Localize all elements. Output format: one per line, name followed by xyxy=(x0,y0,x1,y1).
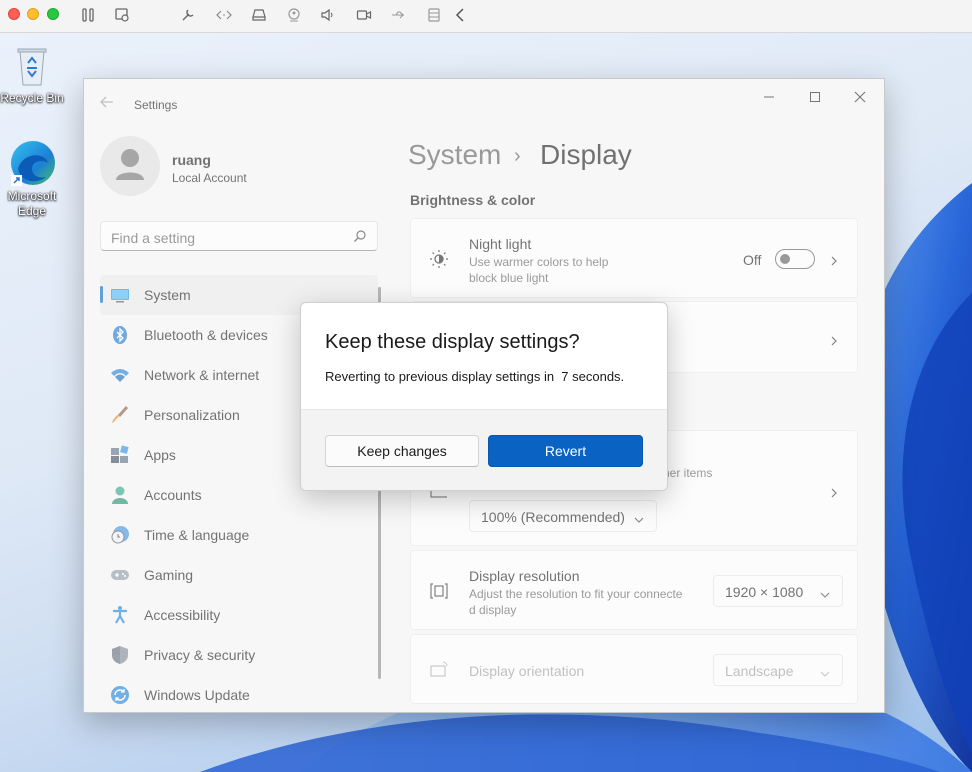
desktop-icon-label: Recycle Bin xyxy=(0,91,64,105)
code-arrows-icon[interactable] xyxy=(215,6,233,24)
storage-icon[interactable] xyxy=(425,6,443,24)
edge-icon xyxy=(8,139,56,187)
dialog-title: Keep these display settings? xyxy=(325,331,580,353)
dialog-message: Reverting to previous display settings i… xyxy=(325,369,625,384)
minimize-window-button[interactable] xyxy=(27,8,39,20)
desktop-icon-label: Microsoft Edge xyxy=(7,189,57,218)
snapshot-icon[interactable] xyxy=(113,6,131,24)
usb-icon[interactable] xyxy=(389,6,407,24)
keep-settings-dialog: Keep these display settings? Reverting t… xyxy=(300,302,668,491)
keep-changes-button[interactable]: Keep changes xyxy=(325,435,479,467)
close-window-button[interactable] xyxy=(8,8,20,20)
vm-toolbar xyxy=(0,0,972,33)
pause-icon[interactable] xyxy=(79,6,97,24)
wrench-icon[interactable] xyxy=(179,6,197,24)
camera-user-icon[interactable] xyxy=(285,6,303,24)
recycle-bin-icon xyxy=(8,41,56,89)
video-camera-icon[interactable] xyxy=(355,6,373,24)
drive-icon[interactable] xyxy=(250,6,268,24)
collapse-chevron-icon[interactable] xyxy=(451,6,469,24)
desktop-icon-edge[interactable]: Microsoft Edge xyxy=(0,139,64,219)
dialog-footer: Keep changes Revert xyxy=(301,409,667,490)
zoom-window-button[interactable] xyxy=(47,8,59,20)
desktop-icon-recycle-bin[interactable]: Recycle Bin xyxy=(0,41,64,105)
speaker-icon[interactable] xyxy=(319,6,337,24)
revert-button[interactable]: Revert xyxy=(488,435,643,467)
